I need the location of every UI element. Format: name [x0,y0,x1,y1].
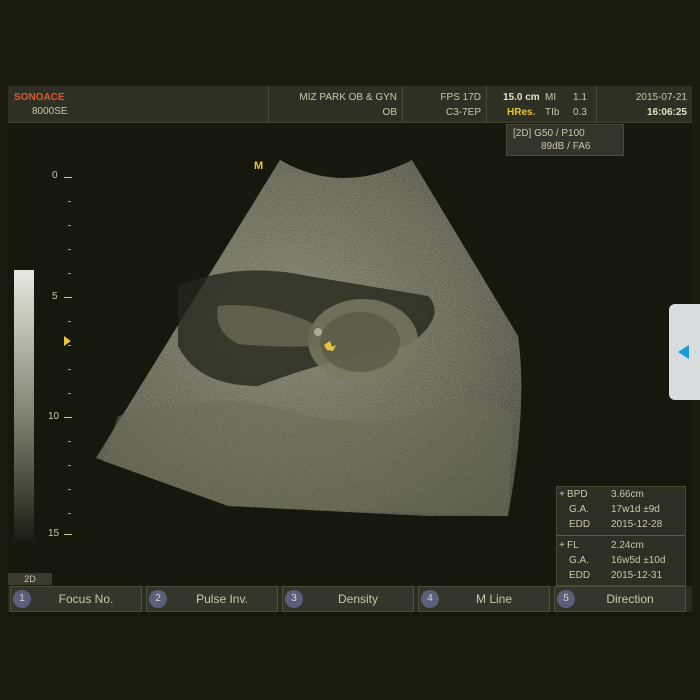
depth-tick [68,321,71,322]
device-model: 8000SE [32,106,68,117]
softkey-label: Density [337,592,378,606]
depth-tick [68,225,71,226]
fl-ga-value: 16w5d ±10d [611,555,666,566]
measurement-results: + BPD 3.66cm G.A. 17w1d ±9d EDD 2015-12-… [556,486,686,586]
bpd-label: BPD [567,489,588,500]
bpd-edd-label: EDD [569,519,591,530]
softkey-number-icon: 5 [557,590,575,608]
bpd-value: 3.66cm [611,489,644,500]
depth-tick [64,534,72,535]
brand-logo: SONOACE [14,92,65,103]
fl-label: FL [567,540,579,551]
softkey-pulse-inv[interactable]: 2 Pulse Inv. [146,586,278,612]
header-bar: SONOACE 8000SE MIZ PARK OB & GYN OB FPS … [8,86,692,123]
depth-tick [64,297,72,298]
depth-label-15: 15 [48,528,60,539]
depth-tick [68,465,71,466]
softkey-number-icon: 3 [285,590,303,608]
patient-info-cell: MIZ PARK OB & GYN OB [268,86,403,122]
softkey-label: Focus No. [58,592,114,606]
softkey-m-line[interactable]: 4 M Line [418,586,550,612]
exam-type: OB [382,107,397,118]
bpd-edd-value: 2015-12-28 [611,519,663,530]
depth-tick [68,513,71,514]
softkey-density[interactable]: 3 Density [282,586,414,612]
depth-tick [68,441,71,442]
fl-value: 2.24cm [611,540,644,551]
exam-time: 16:06:25 [646,107,687,118]
mi-value: 1.1 [573,92,587,103]
tib-value: 0.3 [573,107,587,118]
depth-tick [68,393,71,394]
ultrasound-screen: SONOACE 8000SE MIZ PARK OB & GYN OB FPS … [8,86,692,616]
fl-ga-label: G.A. [569,555,590,566]
depth-tick [68,273,71,274]
fl-edd-value: 2015-12-31 [611,570,663,581]
exam-date: 2015-07-21 [635,92,687,103]
orientation-marker: M [254,160,264,172]
fps-value: FPS 17D [440,92,481,103]
focus-position-icon [64,336,71,346]
softkey-number-icon: 2 [149,590,167,608]
softkey-bar: 1 Focus No. 2 Pulse Inv. 3 Density 4 M L… [8,586,692,612]
depth-tick [68,369,71,370]
mode-tab-2d[interactable]: 2D [8,573,52,585]
depth-tick [64,177,72,178]
mi-label: MI [545,92,557,103]
softkey-direction[interactable]: 5 Direction [554,586,686,612]
depth-label-10: 10 [48,411,60,422]
imaging-params-line2: 89dB / FA6 [541,141,591,152]
institution-name: MIZ PARK OB & GYN [299,92,397,103]
softkey-number-icon: 4 [421,590,439,608]
imaging-params-box: [2D] G50 / P100 89dB / FA6 [506,124,624,156]
hres-indicator: HRes. [507,107,536,118]
depth-label-0: 0 [52,170,58,181]
grayscale-bar [14,270,34,540]
side-panel-tab[interactable] [669,304,700,400]
softkey-focus-no[interactable]: 1 Focus No. [10,586,142,612]
measurement-divider [557,535,685,536]
probe-info-cell: FPS 17D C3-7EP [402,86,487,122]
bpd-cursor-icon: + [559,489,565,500]
softkey-number-icon: 1 [13,590,31,608]
depth-tick [68,489,71,490]
tib-label: TIb [545,107,560,118]
depth-label-5: 5 [52,291,58,302]
bpd-ga-value: 17w1d ±9d [611,504,660,515]
fl-cursor-icon: + [559,540,565,551]
bpd-ga-label: G.A. [569,504,590,515]
imaging-params-line1: [2D] G50 / P100 [513,128,585,139]
softkey-label: M Line [475,592,513,606]
depth-tick [68,201,71,202]
depth-value: 15.0 cm [503,92,540,103]
probe-name: C3-7EP [445,107,481,118]
depth-tick [68,249,71,250]
chevron-left-icon [678,345,689,359]
softkey-label: Pulse Inv. [196,592,248,606]
fl-edd-label: EDD [569,570,591,581]
datetime-cell: 2015-07-21 16:06:25 [596,86,693,122]
softkey-label: Direction [606,592,654,606]
depth-tick [64,417,72,418]
acoustic-info-cell: 15.0 cm MI 1.1 HRes. TIb 0.3 [486,86,597,122]
